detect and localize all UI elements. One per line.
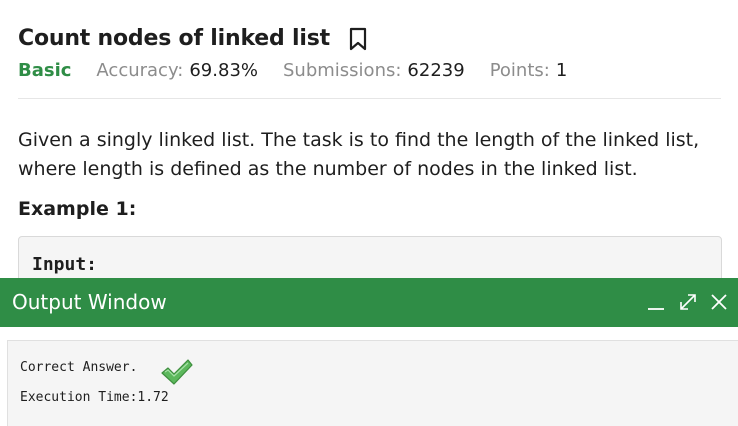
example-heading: Example 1: bbox=[18, 198, 137, 220]
example-input-label: Input: bbox=[32, 254, 98, 275]
problem-description: Given a singly linked list. The task is … bbox=[18, 129, 700, 180]
output-window-header[interactable]: Output Window bbox=[0, 278, 738, 327]
accuracy-label: Accuracy: bbox=[96, 60, 184, 81]
points-value: 1 bbox=[555, 60, 568, 81]
problem-meta: Basic Accuracy: 69.83% Submissions: 6223… bbox=[18, 60, 567, 81]
header-divider bbox=[18, 98, 721, 99]
minimize-icon[interactable] bbox=[646, 292, 666, 312]
output-window-title: Output Window bbox=[12, 290, 167, 314]
maximize-icon[interactable] bbox=[678, 292, 698, 312]
problem-title: Count nodes of linked list bbox=[18, 26, 330, 51]
submissions-label: Submissions: bbox=[283, 60, 402, 81]
submissions-value: 62239 bbox=[407, 60, 465, 81]
result-text: Correct Answer. bbox=[20, 360, 138, 375]
problem-header: Count nodes of linked list bbox=[18, 26, 368, 51]
output-window: Output Window Correct Answer. Execution … bbox=[0, 278, 738, 426]
output-window-body: Correct Answer. Execution Time:1.72 bbox=[7, 340, 738, 426]
difficulty-badge: Basic bbox=[18, 60, 72, 81]
checkmark-icon bbox=[160, 358, 194, 386]
bookmark-icon[interactable] bbox=[348, 27, 368, 51]
accuracy-value: 69.83% bbox=[189, 60, 258, 81]
points-label: Points: bbox=[489, 60, 550, 81]
close-icon[interactable] bbox=[709, 292, 729, 312]
execution-time-text: Execution Time:1.72 bbox=[20, 390, 169, 405]
